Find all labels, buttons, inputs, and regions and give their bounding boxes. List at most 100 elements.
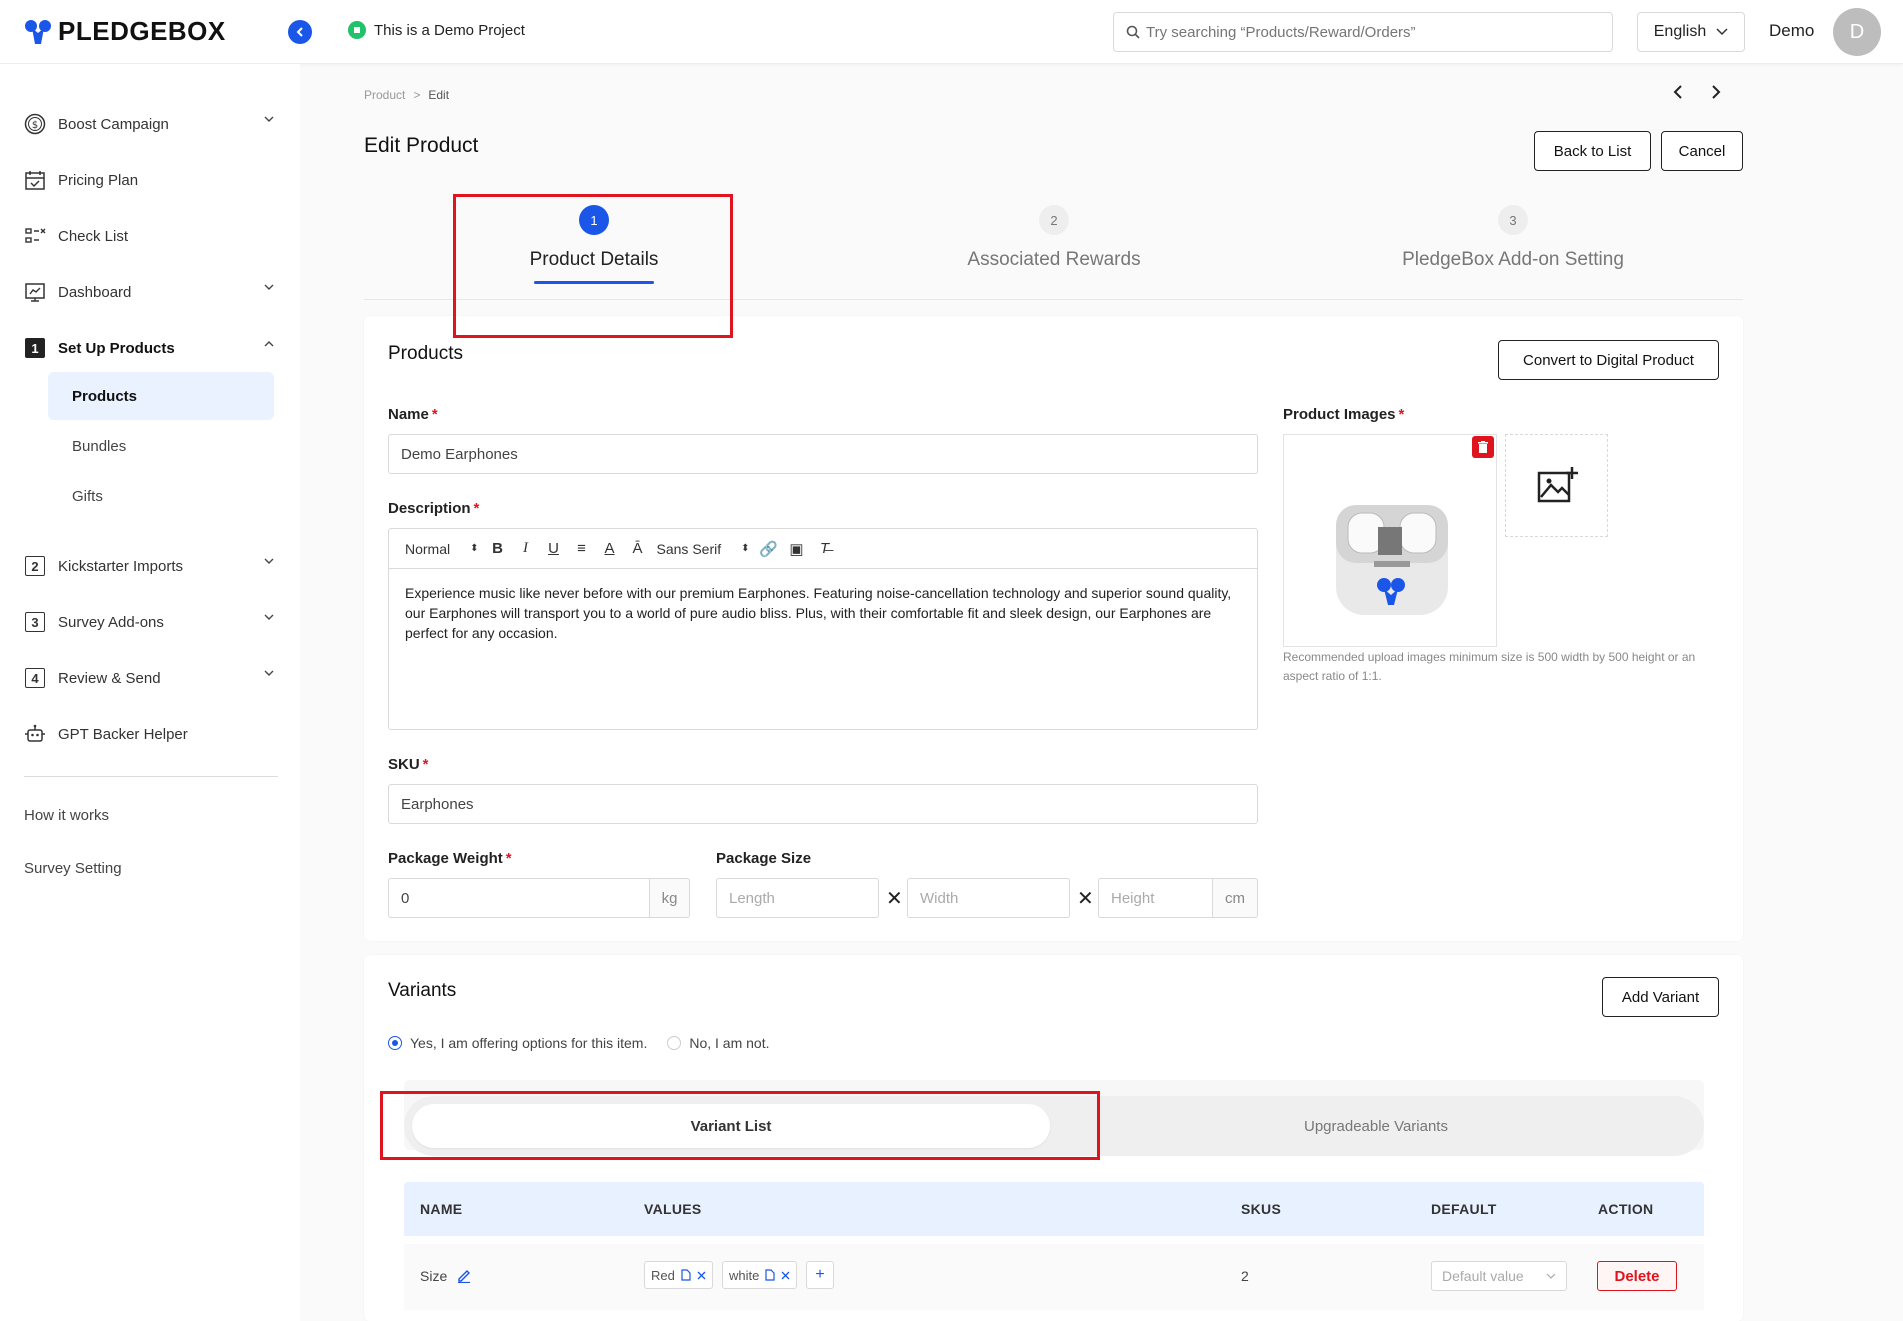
delete-variant-button[interactable]: Delete: [1597, 1261, 1677, 1291]
step-1-icon: 1: [24, 337, 46, 359]
radio-yes[interactable]: [388, 1036, 402, 1050]
description-text[interactable]: Experience music like never before with …: [389, 569, 1257, 657]
format-select[interactable]: Normal ⬍: [405, 541, 479, 557]
how-it-works-link[interactable]: How it works: [24, 807, 109, 824]
close-icon[interactable]: [781, 1271, 790, 1280]
edit-icon[interactable]: [681, 1269, 691, 1281]
radio-yes-label[interactable]: Yes, I am offering options for this item…: [410, 1035, 647, 1051]
sidebar-item-kickstarter-imports[interactable]: 2 Kickstarter Imports: [24, 548, 274, 584]
sku-input[interactable]: Earphones: [388, 784, 1258, 824]
trash-icon: [1478, 441, 1488, 453]
width-input[interactable]: Width: [907, 878, 1070, 918]
cancel-button[interactable]: Cancel: [1661, 131, 1743, 171]
sidebar-item-check-list[interactable]: Check List: [24, 218, 274, 254]
sidebar-item-label: Boost Campaign: [58, 115, 169, 133]
length-input[interactable]: Length: [716, 878, 879, 918]
dashboard-icon: [24, 281, 46, 303]
breadcrumb-parent[interactable]: Product: [364, 88, 405, 102]
products-section-title: Products: [388, 343, 463, 364]
sidebar-item-review-send[interactable]: 4 Review & Send: [24, 660, 274, 696]
sidebar-subitem-gifts[interactable]: Gifts: [48, 472, 274, 520]
package-weight-input[interactable]: 0: [388, 878, 650, 918]
sidebar-subitem-products[interactable]: Products: [48, 372, 274, 420]
sidebar-item-gpt-backer-helper[interactable]: GPT Backer Helper: [24, 716, 274, 752]
column-header-skus: SKUS: [1241, 1201, 1282, 1217]
text-color-icon[interactable]: A: [601, 540, 619, 558]
sidebar-item-set-up-products[interactable]: 1 Set Up Products: [24, 330, 274, 366]
size-unit: cm: [1213, 878, 1258, 918]
step-3-icon: 3: [24, 611, 46, 633]
font-select[interactable]: Sans Serif ⬍: [657, 541, 750, 557]
add-variant-button[interactable]: Add Variant: [1602, 977, 1719, 1017]
step-label: Associated Rewards: [967, 249, 1141, 270]
variant-value-tag[interactable]: white: [722, 1261, 798, 1289]
next-record-icon[interactable]: [1710, 84, 1722, 100]
breadcrumb-current: Edit: [428, 88, 450, 102]
convert-to-digital-button[interactable]: Convert to Digital Product: [1498, 340, 1719, 380]
close-icon[interactable]: [697, 1271, 706, 1280]
align-icon[interactable]: ≡: [573, 540, 591, 558]
step-associated-rewards[interactable]: 2 Associated Rewards: [824, 205, 1284, 271]
chevron-up-icon: [264, 341, 274, 347]
sidebar-item-label: Kickstarter Imports: [58, 557, 184, 575]
user-name: Demo: [1769, 21, 1815, 40]
earphones-case-image: [1336, 505, 1448, 615]
sidebar-item-label: Survey Add-ons: [58, 613, 164, 631]
link-icon[interactable]: 🔗: [759, 540, 778, 558]
image-icon[interactable]: ▣: [788, 540, 806, 558]
sidebar-item-label: Set Up Products: [58, 339, 175, 357]
project-icon: [348, 21, 366, 39]
demo-project-indicator[interactable]: This is a Demo Project: [348, 21, 525, 39]
description-editor: Normal ⬍ B I U ≡ A Ā Sans Serif ⬍ 🔗 ▣ T̶ E…: [388, 528, 1258, 730]
column-header-name: NAME: [420, 1201, 463, 1217]
sidebar-item-pricing-plan[interactable]: Pricing Plan: [24, 162, 274, 198]
clear-format-icon[interactable]: T̶: [816, 540, 834, 558]
chevron-down-icon: [1546, 1273, 1556, 1279]
weight-unit: kg: [650, 878, 690, 918]
name-input[interactable]: Demo Earphones: [388, 434, 1258, 474]
sidebar-item-dashboard[interactable]: Dashboard: [24, 274, 274, 310]
pledgebox-logo-icon: [25, 19, 51, 44]
sidebar-divider: [24, 776, 278, 777]
underline-icon[interactable]: U: [545, 540, 563, 558]
sidebar-item-survey-add-ons[interactable]: 3 Survey Add-ons: [24, 604, 274, 640]
variant-name: Size: [420, 1268, 448, 1284]
search-box[interactable]: [1113, 12, 1613, 52]
sidebar-item-boost-campaign[interactable]: $ Boost Campaign: [24, 106, 274, 142]
variant-value-tag[interactable]: Red: [644, 1261, 713, 1289]
language-select[interactable]: English: [1637, 12, 1745, 52]
radio-no[interactable]: [667, 1036, 682, 1050]
sidebar-item-label: Check List: [58, 227, 129, 245]
height-input[interactable]: Height: [1098, 878, 1213, 918]
sidebar-subitem-bundles[interactable]: Bundles: [48, 422, 274, 470]
radio-no-label[interactable]: No, I am not.: [689, 1035, 769, 1051]
step-pledgebox-addon-setting[interactable]: 3 PledgeBox Add-on Setting: [1283, 205, 1743, 271]
name-label: Name *: [388, 406, 438, 423]
default-value-select[interactable]: Default value: [1431, 1261, 1567, 1291]
times-icon: ✕: [886, 888, 903, 910]
search-input[interactable]: [1146, 23, 1586, 41]
logo[interactable]: PLEDGEBOX: [24, 16, 226, 47]
italic-icon[interactable]: I: [517, 540, 535, 558]
variant-value-label: Red: [651, 1267, 675, 1283]
bold-icon[interactable]: B: [489, 540, 507, 558]
sidebar-item-label: GPT Backer Helper: [58, 725, 188, 743]
add-image-button[interactable]: [1505, 434, 1608, 537]
description-label: Description *: [388, 500, 480, 517]
product-image-thumbnail[interactable]: [1283, 434, 1497, 647]
avatar[interactable]: D: [1833, 8, 1881, 56]
survey-setting-link[interactable]: Survey Setting: [24, 860, 122, 877]
background-color-icon[interactable]: Ā: [629, 540, 647, 558]
tab-upgradeable-variants[interactable]: Upgradeable Variants: [1056, 1104, 1696, 1148]
edit-pencil-icon[interactable]: [456, 1267, 472, 1283]
previous-record-icon[interactable]: [1672, 84, 1684, 100]
edit-icon[interactable]: [765, 1269, 775, 1281]
sidebar-item-label: Pricing Plan: [58, 171, 139, 189]
add-value-button[interactable]: +: [806, 1261, 834, 1289]
collapse-sidebar-button[interactable]: [288, 20, 312, 44]
column-header-default: DEFAULT: [1431, 1201, 1497, 1217]
back-to-list-button[interactable]: Back to List: [1534, 131, 1651, 171]
highlight-annotation: [453, 194, 733, 338]
delete-image-button[interactable]: [1472, 436, 1494, 458]
breadcrumb-separator: >: [413, 88, 421, 102]
